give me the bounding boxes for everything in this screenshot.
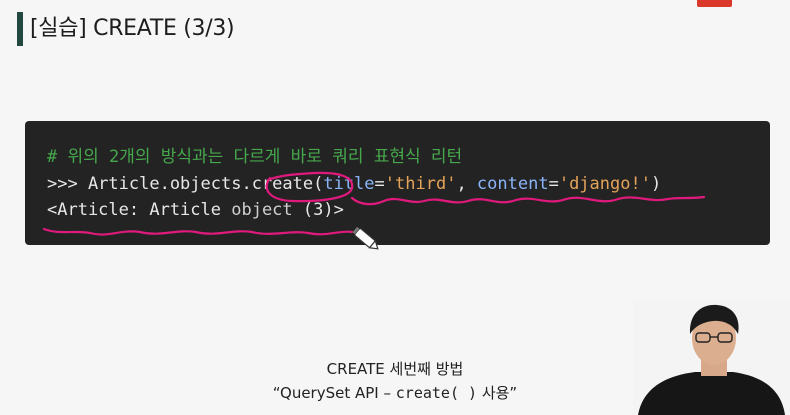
caption-subtitle-prefix: “QuerySet API –: [272, 384, 396, 402]
code-sep: ,: [456, 174, 477, 194]
code-output-suffix: (3)>: [292, 200, 344, 220]
code-close-paren: ): [650, 174, 662, 194]
code-kw-content: content: [476, 174, 549, 194]
code-prompt: >>> Article.objects.create(: [47, 174, 324, 194]
code-block: # 위의 2개의 방식과는 다르게 바로 쿼리 표현식 리턴 >>> Artic…: [25, 121, 770, 245]
title-accent-bar: [17, 12, 23, 46]
caption-subtitle-code: create( ): [395, 384, 478, 402]
code-comment: # 위의 2개의 방식과는 다르게 바로 쿼리 표현식 리턴: [47, 147, 463, 167]
code-eq: =: [374, 174, 385, 194]
live-badge: [697, 0, 732, 7]
code-output-prefix: <Article: Article: [47, 200, 232, 220]
presenter-webcam: [633, 300, 790, 415]
code-str-django: 'django!': [558, 174, 651, 194]
code-output: <Article: Article object (3)>: [47, 199, 344, 221]
code-output-object: object: [231, 200, 293, 220]
code-str-third: 'third': [384, 174, 457, 194]
code-create-call: >>> Article.objects.create(title='third'…: [47, 173, 661, 195]
code-kw-title: title: [323, 174, 375, 194]
slide-title: [실습] CREATE (3/3): [30, 16, 235, 41]
code-eq: =: [548, 174, 559, 194]
caption-subtitle-suffix: 사용”: [477, 384, 518, 402]
